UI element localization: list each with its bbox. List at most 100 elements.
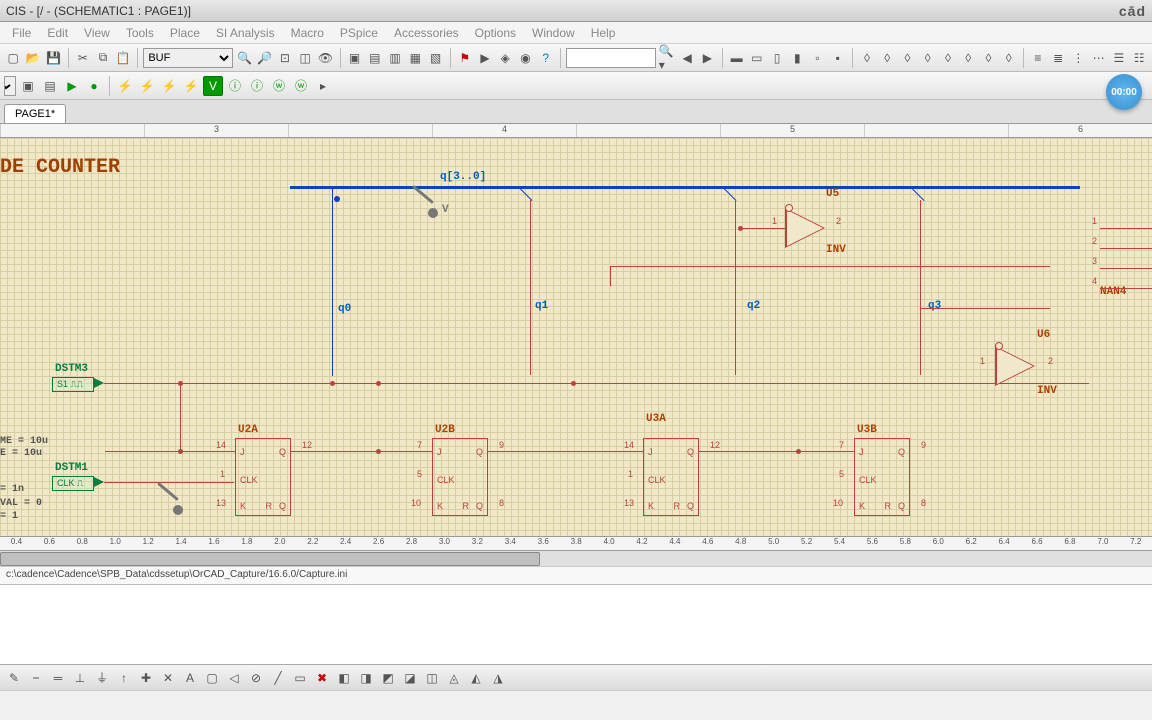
align1-icon[interactable]: ▬ bbox=[727, 48, 745, 68]
menu-macro[interactable]: Macro bbox=[283, 23, 332, 43]
place-txt-icon[interactable]: A bbox=[180, 668, 200, 688]
bus-q[interactable] bbox=[290, 186, 1080, 189]
place-t8-icon[interactable]: ◮ bbox=[488, 668, 508, 688]
grp8-icon[interactable]: ◊ bbox=[1000, 48, 1018, 68]
place-t1-icon[interactable]: ◧ bbox=[334, 668, 354, 688]
sim2-icon[interactable]: ▤ bbox=[40, 76, 60, 96]
help-icon[interactable]: ? bbox=[537, 48, 555, 68]
search-icon[interactable]: 🔍▾ bbox=[658, 48, 676, 68]
misc2-icon[interactable]: ◉ bbox=[516, 48, 534, 68]
misc1-icon[interactable]: ◈ bbox=[496, 48, 514, 68]
search-input[interactable] bbox=[566, 48, 656, 68]
grp3-icon[interactable]: ◊ bbox=[898, 48, 916, 68]
marker-i2-icon[interactable]: ⓘ bbox=[247, 76, 267, 96]
timer-badge[interactable]: 00:00 bbox=[1106, 74, 1142, 110]
marker-ex-icon[interactable]: ▸ bbox=[313, 76, 333, 96]
zoom-out-icon[interactable]: 🔎 bbox=[256, 48, 274, 68]
sim1-icon[interactable]: ▣ bbox=[18, 76, 38, 96]
grp2-icon[interactable]: ◊ bbox=[878, 48, 896, 68]
place-t3-icon[interactable]: ◩ bbox=[378, 668, 398, 688]
place-rect-icon[interactable]: ▭ bbox=[290, 668, 310, 688]
align6-icon[interactable]: ▪ bbox=[829, 48, 847, 68]
menu-accessories[interactable]: Accessories bbox=[386, 23, 467, 43]
fmt3-icon[interactable]: ⋮ bbox=[1069, 48, 1087, 68]
fmt5-icon[interactable]: ☰ bbox=[1110, 48, 1128, 68]
place-noconn-icon[interactable]: ✕ bbox=[158, 668, 178, 688]
probe2-icon[interactable]: ⚡ bbox=[137, 76, 157, 96]
grp6-icon[interactable]: ◊ bbox=[959, 48, 977, 68]
menu-view[interactable]: View bbox=[76, 23, 118, 43]
run-icon[interactable]: ▶ bbox=[62, 76, 82, 96]
menu-place[interactable]: Place bbox=[162, 23, 208, 43]
marker-w1-icon[interactable]: ⓦ bbox=[269, 76, 289, 96]
place-bus-icon[interactable]: ═ bbox=[48, 668, 68, 688]
place-gnd-icon[interactable]: ⏚ bbox=[92, 668, 112, 688]
scrollbar-thumb[interactable] bbox=[0, 552, 540, 566]
place-off-icon[interactable]: ⊘ bbox=[246, 668, 266, 688]
place-t4-icon[interactable]: ◪ bbox=[400, 668, 420, 688]
cut-icon[interactable]: ✂ bbox=[74, 48, 92, 68]
align5-icon[interactable]: ▫ bbox=[808, 48, 826, 68]
menu-tools[interactable]: Tools bbox=[118, 23, 162, 43]
grp5-icon[interactable]: ◊ bbox=[939, 48, 957, 68]
save-icon[interactable]: 💾 bbox=[45, 48, 63, 68]
tool-a-icon[interactable]: ▣ bbox=[345, 48, 363, 68]
drc-icon[interactable]: ⚑ bbox=[456, 48, 474, 68]
align4-icon[interactable]: ▮ bbox=[788, 48, 806, 68]
menu-window[interactable]: Window bbox=[524, 23, 583, 43]
fmt1-icon[interactable]: ≡ bbox=[1029, 48, 1047, 68]
grid[interactable]: DE COUNTER q[3..0] q0 q1 q2 q3 V DSTM3 S… bbox=[0, 138, 1152, 536]
grp7-icon[interactable]: ◊ bbox=[979, 48, 997, 68]
place-net-icon[interactable]: ⊥ bbox=[70, 668, 90, 688]
prev-icon[interactable]: ◀ bbox=[678, 48, 696, 68]
tool-c-icon[interactable]: ▥ bbox=[386, 48, 404, 68]
view-icon[interactable]: 👁 bbox=[316, 48, 334, 68]
zoom-fit-icon[interactable]: ⊡ bbox=[276, 48, 294, 68]
schematic-canvas[interactable]: 3456 DE COUNTER q[3..0] q0 q1 q2 q3 V DS… bbox=[0, 124, 1152, 550]
fmt2-icon[interactable]: ≣ bbox=[1049, 48, 1067, 68]
menu-sianalysis[interactable]: SI Analysis bbox=[208, 23, 283, 43]
probe1-icon[interactable]: ⚡ bbox=[115, 76, 135, 96]
jkff-u3a[interactable]: J Q CLK K R Q bbox=[643, 438, 699, 516]
place-junc-icon[interactable]: ✚ bbox=[136, 668, 156, 688]
align2-icon[interactable]: ▭ bbox=[748, 48, 766, 68]
marker-w2-icon[interactable]: ⓦ bbox=[291, 76, 311, 96]
stim-s1-body[interactable]: S1 ⎍⎍ bbox=[52, 377, 94, 392]
zoom-in-icon[interactable]: 🔍 bbox=[235, 48, 253, 68]
profile-combo[interactable] bbox=[4, 76, 16, 96]
place-port-icon[interactable]: ◁ bbox=[224, 668, 244, 688]
horizontal-scrollbar[interactable] bbox=[0, 550, 1152, 566]
place-part-icon[interactable]: ✎ bbox=[4, 668, 24, 688]
marker-v-icon[interactable]: V bbox=[203, 76, 223, 96]
grp1-icon[interactable]: ◊ bbox=[858, 48, 876, 68]
fmt4-icon[interactable]: ⋯ bbox=[1090, 48, 1108, 68]
place-hier-icon[interactable]: ▢ bbox=[202, 668, 222, 688]
tool-e-icon[interactable]: ▧ bbox=[426, 48, 444, 68]
place-t6-icon[interactable]: ◬ bbox=[444, 668, 464, 688]
probe3-icon[interactable]: ⚡ bbox=[159, 76, 179, 96]
place-wire-icon[interactable]: ⎯ bbox=[26, 668, 46, 688]
probe4-icon[interactable]: ⚡ bbox=[181, 76, 201, 96]
inverter-u6[interactable] bbox=[995, 346, 1035, 386]
marker-i1-icon[interactable]: ⓘ bbox=[225, 76, 245, 96]
menu-pspice[interactable]: PSpice bbox=[332, 23, 386, 43]
place-pwr-icon[interactable]: ↑ bbox=[114, 668, 134, 688]
jkff-u2a[interactable]: J Q CLK K R Q bbox=[235, 438, 291, 516]
tool-b-icon[interactable]: ▤ bbox=[366, 48, 384, 68]
place-t2-icon[interactable]: ◨ bbox=[356, 668, 376, 688]
stim-clk-body[interactable]: CLK ⎍ bbox=[52, 476, 94, 491]
place-t5-icon[interactable]: ◫ bbox=[422, 668, 442, 688]
menu-options[interactable]: Options bbox=[467, 23, 524, 43]
align3-icon[interactable]: ▯ bbox=[768, 48, 786, 68]
inverter-u5[interactable] bbox=[785, 208, 825, 248]
place-del-icon[interactable]: ✖ bbox=[312, 668, 332, 688]
fmt6-icon[interactable]: ☷ bbox=[1130, 48, 1148, 68]
next-icon[interactable]: ▶ bbox=[698, 48, 716, 68]
jkff-u2b[interactable]: J Q CLK K R Q bbox=[432, 438, 488, 516]
place-line-icon[interactable]: ╱ bbox=[268, 668, 288, 688]
grp4-icon[interactable]: ◊ bbox=[919, 48, 937, 68]
zoom-area-icon[interactable]: ◫ bbox=[296, 48, 314, 68]
tool-d-icon[interactable]: ▦ bbox=[406, 48, 424, 68]
menu-edit[interactable]: Edit bbox=[39, 23, 76, 43]
menu-help[interactable]: Help bbox=[583, 23, 624, 43]
